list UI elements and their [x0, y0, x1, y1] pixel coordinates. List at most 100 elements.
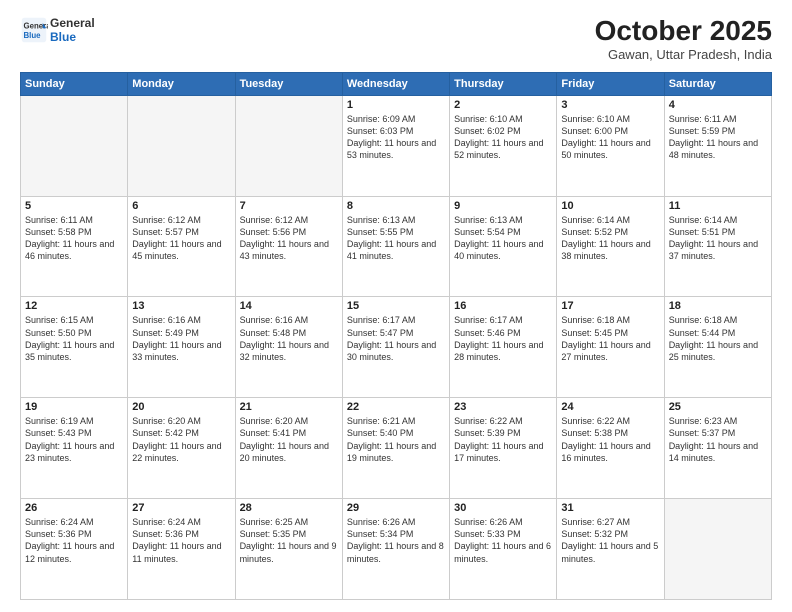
table-row: 20 Sunrise: 6:20 AMSunset: 5:42 PMDayligh… — [128, 398, 235, 499]
table-row: 19 Sunrise: 6:19 AMSunset: 5:43 PMDayligh… — [21, 398, 128, 499]
day-info: Sunrise: 6:20 AMSunset: 5:41 PMDaylight:… — [240, 415, 338, 464]
day-info: Sunrise: 6:25 AMSunset: 5:35 PMDaylight:… — [240, 516, 338, 565]
day-number: 20 — [132, 401, 230, 413]
table-row: 26Sunrise: 6:24 AMSunset: 5:36 PMDayligh… — [21, 499, 128, 600]
location: Gawan, Uttar Pradesh, India — [595, 47, 772, 62]
table-row: 3Sunrise: 6:10 AMSunset: 6:00 PMDaylight… — [557, 95, 664, 196]
table-row: 18 Sunrise: 6:18 AMSunset: 5:44 PMDayligh… — [664, 297, 771, 398]
day-info: Sunrise: 6:22 AMSunset: 5:38 PMDaylight:… — [561, 415, 659, 464]
table-row: 5 Sunrise: 6:11 AMSunset: 5:58 PMDaylight… — [21, 196, 128, 297]
day-info: Sunrise: 6:12 AMSunset: 5:56 PMDaylight:… — [240, 214, 338, 263]
page: General Blue General Blue October 2025 G… — [0, 0, 792, 612]
day-number: 15 — [347, 300, 445, 312]
day-info: Sunrise: 6:14 AMSunset: 5:51 PMDaylight:… — [669, 214, 767, 263]
table-row: 7 Sunrise: 6:12 AMSunset: 5:56 PMDaylight… — [235, 196, 342, 297]
day-number: 18 — [669, 300, 767, 312]
table-row: 23Sunrise: 6:22 AMSunset: 5:39 PMDayligh… — [450, 398, 557, 499]
day-info: Sunrise: 6:16 AMSunset: 5:48 PMDaylight:… — [240, 314, 338, 363]
table-row: 2Sunrise: 6:10 AMSunset: 6:02 PMDaylight… — [450, 95, 557, 196]
day-info: Sunrise: 6:16 AMSunset: 5:49 PMDaylight:… — [132, 314, 230, 363]
day-info: Sunrise: 6:14 AMSunset: 5:52 PMDaylight:… — [561, 214, 659, 263]
day-info: Sunrise: 6:12 AMSunset: 5:57 PMDaylight:… — [132, 214, 230, 263]
table-row: 6 Sunrise: 6:12 AMSunset: 5:57 PMDaylight… — [128, 196, 235, 297]
calendar-week-row: 5 Sunrise: 6:11 AMSunset: 5:58 PMDaylight… — [21, 196, 772, 297]
day-number: 22 — [347, 401, 445, 413]
day-number: 5 — [25, 200, 123, 212]
table-row: 14Sunrise: 6:16 AMSunset: 5:48 PMDayligh… — [235, 297, 342, 398]
day-info: Sunrise: 6:11 AMSunset: 5:58 PMDaylight:… — [25, 214, 123, 263]
day-info: Sunrise: 6:27 AMSunset: 5:32 PMDaylight:… — [561, 516, 659, 565]
table-row — [21, 95, 128, 196]
col-sunday: Sunday — [21, 72, 128, 95]
day-number: 25 — [669, 401, 767, 413]
day-number: 29 — [347, 502, 445, 514]
day-info: Sunrise: 6:21 AMSunset: 5:40 PMDaylight:… — [347, 415, 445, 464]
col-saturday: Saturday — [664, 72, 771, 95]
svg-text:Blue: Blue — [24, 31, 42, 40]
day-info: Sunrise: 6:13 AMSunset: 5:54 PMDaylight:… — [454, 214, 552, 263]
day-number: 13 — [132, 300, 230, 312]
day-number: 31 — [561, 502, 659, 514]
day-number: 4 — [669, 99, 767, 111]
table-row: 29 Sunrise: 6:26 AMSunset: 5:34 PMDayligh… — [342, 499, 449, 600]
month-title: October 2025 — [595, 16, 772, 47]
table-row: 21 Sunrise: 6:20 AMSunset: 5:41 PMDayligh… — [235, 398, 342, 499]
day-info: Sunrise: 6:17 AMSunset: 5:46 PMDaylight:… — [454, 314, 552, 363]
table-row: 17Sunrise: 6:18 AMSunset: 5:45 PMDayligh… — [557, 297, 664, 398]
table-row: 22 Sunrise: 6:21 AMSunset: 5:40 PMDayligh… — [342, 398, 449, 499]
day-number: 27 — [132, 502, 230, 514]
day-info: Sunrise: 6:24 AMSunset: 5:36 PMDaylight:… — [132, 516, 230, 565]
day-number: 12 — [25, 300, 123, 312]
calendar-week-row: 1 Sunrise: 6:09 AMSunset: 6:03 PMDaylight… — [21, 95, 772, 196]
day-number: 17 — [561, 300, 659, 312]
table-row: 11 Sunrise: 6:14 AMSunset: 5:51 PMDayligh… — [664, 196, 771, 297]
header: General Blue General Blue October 2025 G… — [20, 16, 772, 62]
day-info: Sunrise: 6:09 AMSunset: 6:03 PMDaylight:… — [347, 113, 445, 162]
table-row: 4 Sunrise: 6:11 AMSunset: 5:59 PMDaylight… — [664, 95, 771, 196]
col-thursday: Thursday — [450, 72, 557, 95]
day-info: Sunrise: 6:18 AMSunset: 5:44 PMDaylight:… — [669, 314, 767, 363]
day-info: Sunrise: 6:24 AMSunset: 5:36 PMDaylight:… — [25, 516, 123, 565]
day-number: 24 — [561, 401, 659, 413]
title-block: October 2025 Gawan, Uttar Pradesh, India — [595, 16, 772, 62]
col-monday: Monday — [128, 72, 235, 95]
table-row — [128, 95, 235, 196]
day-info: Sunrise: 6:15 AMSunset: 5:50 PMDaylight:… — [25, 314, 123, 363]
day-number: 8 — [347, 200, 445, 212]
day-info: Sunrise: 6:26 AMSunset: 5:34 PMDaylight:… — [347, 516, 445, 565]
day-info: Sunrise: 6:17 AMSunset: 5:47 PMDaylight:… — [347, 314, 445, 363]
day-number: 21 — [240, 401, 338, 413]
table-row: 12 Sunrise: 6:15 AMSunset: 5:50 PMDayligh… — [21, 297, 128, 398]
table-row: 25 Sunrise: 6:23 AMSunset: 5:37 PMDayligh… — [664, 398, 771, 499]
col-tuesday: Tuesday — [235, 72, 342, 95]
calendar-week-row: 19 Sunrise: 6:19 AMSunset: 5:43 PMDayligh… — [21, 398, 772, 499]
day-number: 1 — [347, 99, 445, 111]
table-row: 16Sunrise: 6:17 AMSunset: 5:46 PMDayligh… — [450, 297, 557, 398]
table-row: 24 Sunrise: 6:22 AMSunset: 5:38 PMDayligh… — [557, 398, 664, 499]
table-row: 31 Sunrise: 6:27 AMSunset: 5:32 PMDayligh… — [557, 499, 664, 600]
day-info: Sunrise: 6:26 AMSunset: 5:33 PMDaylight:… — [454, 516, 552, 565]
day-info: Sunrise: 6:23 AMSunset: 5:37 PMDaylight:… — [669, 415, 767, 464]
day-info: Sunrise: 6:11 AMSunset: 5:59 PMDaylight:… — [669, 113, 767, 162]
col-wednesday: Wednesday — [342, 72, 449, 95]
day-number: 6 — [132, 200, 230, 212]
day-info: Sunrise: 6:13 AMSunset: 5:55 PMDaylight:… — [347, 214, 445, 263]
table-row: 30 Sunrise: 6:26 AMSunset: 5:33 PMDayligh… — [450, 499, 557, 600]
logo: General Blue General Blue — [20, 16, 95, 45]
day-number: 30 — [454, 502, 552, 514]
table-row: 8 Sunrise: 6:13 AMSunset: 5:55 PMDaylight… — [342, 196, 449, 297]
calendar-week-row: 26Sunrise: 6:24 AMSunset: 5:36 PMDayligh… — [21, 499, 772, 600]
day-number: 19 — [25, 401, 123, 413]
day-number: 2 — [454, 99, 552, 111]
day-number: 9 — [454, 200, 552, 212]
col-friday: Friday — [557, 72, 664, 95]
day-number: 7 — [240, 200, 338, 212]
table-row: 10Sunrise: 6:14 AMSunset: 5:52 PMDayligh… — [557, 196, 664, 297]
day-number: 11 — [669, 200, 767, 212]
table-row: 27 Sunrise: 6:24 AMSunset: 5:36 PMDayligh… — [128, 499, 235, 600]
table-row: 15 Sunrise: 6:17 AMSunset: 5:47 PMDayligh… — [342, 297, 449, 398]
day-info: Sunrise: 6:19 AMSunset: 5:43 PMDaylight:… — [25, 415, 123, 464]
logo-blue: Blue — [50, 30, 95, 44]
calendar-header-row: Sunday Monday Tuesday Wednesday Thursday… — [21, 72, 772, 95]
day-info: Sunrise: 6:20 AMSunset: 5:42 PMDaylight:… — [132, 415, 230, 464]
